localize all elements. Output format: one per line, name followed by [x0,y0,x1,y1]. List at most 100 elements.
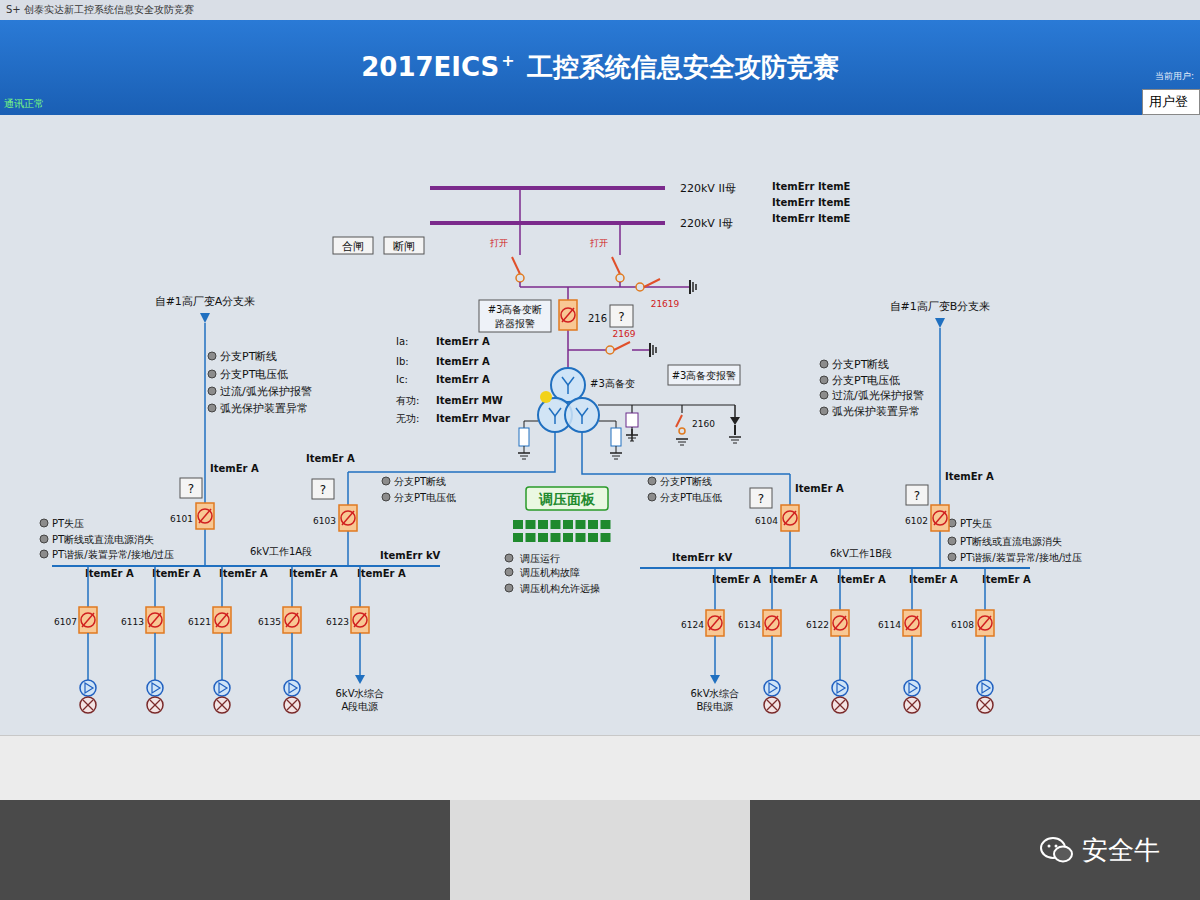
feeder-number: 6107 [54,617,77,627]
title-bar: S+ 创泰实达新工控系统信息安全攻防竞赛 [0,0,1200,20]
feeder-current: ItemEr A [837,574,886,585]
feeder-number: 6121 [188,617,211,627]
measurement: Ic: ItemErr A [396,374,490,385]
pump-icon [977,680,993,696]
incomer-current: ItemEr A [210,463,259,474]
help-button[interactable]: ? [610,305,633,327]
svg-text:ItemErr Mvar: ItemErr Mvar [436,413,510,424]
motor-icon [147,697,163,713]
pump-icon [764,680,780,696]
connection-status: 通讯正常 [4,98,44,109]
monitor-stand [450,800,750,900]
alarm-item: PT谐振/装置异常/接地/过压 [948,552,1082,563]
feeder-current: ItemEr A [85,568,134,579]
svg-text:ItemErr A: ItemErr A [436,374,490,385]
incomer: ItemEr A?6102 [905,328,994,568]
help-button[interactable]: ? [750,488,772,508]
help-button[interactable]: ? [312,479,334,499]
disconnector: 打开 [589,223,624,287]
header: 通讯正常2017EICS+工控系统信息安全攻防竞赛当前用户:用户登 [0,20,1200,115]
svg-text:ItemErr MW: ItemErr MW [436,395,503,406]
circuit-breaker [559,300,577,330]
svg-text:ItemErr A: ItemErr A [436,356,490,367]
svg-text:合闸: 合闸 [342,240,364,253]
feeder: ItemEr A6108 [951,568,1031,713]
svg-text:220kV I母: 220kV I母 [680,217,733,230]
arrester-icon [518,421,538,459]
circuit-breaker [931,505,949,531]
circuit-breaker [283,607,301,633]
feeder: ItemEr A6113 [121,566,201,713]
tap-indicator [601,520,611,529]
motor-icon [80,697,96,713]
svg-text:PT谐振/装置异常/接地/过压: PT谐振/装置异常/接地/过压 [960,552,1082,563]
tap-indicator [588,520,598,529]
svg-text:分支PT电压低: 分支PT电压低 [220,368,288,381]
tap-indicator [538,520,548,529]
bus-voltage: ItemErr kV [380,550,441,561]
svg-text:?: ? [758,492,764,506]
alarm-item: 分支PT断线 [382,476,446,487]
login-button[interactable]: 用户登 [1142,89,1200,115]
bus-section: 自#1高厂变A分支来分支PT断线分支PT电压低过流/弧光保护报警弧光保护装置异常… [40,295,456,713]
circuit-breaker [79,607,97,633]
feeder-current: ItemEr A [357,568,406,579]
wechat-icon [1040,836,1074,864]
breaker-command-button[interactable]: 断闸 [384,237,424,254]
svg-text:Ic:: Ic: [396,374,408,385]
tap-status: 调压机构故障 [505,567,580,578]
feeder: ItemEr A 6107 [54,566,134,713]
lv-bus [640,567,1030,569]
disconnector: 打开 [489,188,524,287]
svg-text:2169: 2169 [613,329,636,339]
alarm-item: 分支PT电压低 [382,492,456,503]
help-button[interactable]: ? [180,478,202,498]
svg-text:Ia:: Ia: [396,336,408,347]
svg-text:分支PT断线: 分支PT断线 [832,358,889,371]
feed-arrow-icon [200,313,210,323]
svg-text:调压机构故障: 调压机构故障 [520,567,580,578]
circuit-breaker [763,610,781,636]
incomer: ItemEr A?6101 [170,323,259,566]
tap-indicator [513,533,523,542]
svg-text:调压面板: 调压面板 [538,491,596,507]
arrester-icon [599,421,622,459]
svg-text:PT谐振/装置异常/接地/过压: PT谐振/装置异常/接地/过压 [52,549,174,560]
tap-indicator [551,520,561,529]
neutral-equipment: 2160 [598,405,741,445]
svg-text:断闸: 断闸 [393,240,415,253]
monitor-stand-area: 安全牛 [0,800,1200,900]
svg-text:2160: 2160 [692,419,715,429]
circuit-breaker [831,610,849,636]
circuit-breaker [213,607,231,633]
breaker-command-button[interactable]: 合闸 [333,237,373,254]
bus-section: 自#1高厂变B分支来分支PT断线分支PT电压低过流/弧光保护报警弧光保护装置异常… [640,300,1082,713]
feeder-current: ItemEr A [769,574,818,585]
tap-panel-button[interactable]: 调压面板 [526,487,608,510]
svg-text:过流/弧光保护报警: 过流/弧光保护报警 [220,385,312,398]
tap-indicator [526,533,536,542]
feeder-number: 6134 [738,620,761,630]
svg-text:?: ? [618,310,624,324]
tap-indicator [588,533,598,542]
feeder-number: 6124 [681,620,704,630]
feeder: ItemEr A6121 [188,566,268,713]
motor-icon [764,697,780,713]
incomer-number: 6103 [313,516,336,526]
svg-text:调压运行: 调压运行 [520,553,560,564]
svg-text:打开: 打开 [589,238,608,248]
pump-icon [284,680,300,696]
feed-arrow-icon [935,318,945,328]
incomer-current: ItemEr A [306,453,355,464]
help-button[interactable]: ? [906,485,928,505]
alarm-item: 分支PT电压低 [208,368,288,381]
alarm-item: 弧光保护装置异常 [820,405,920,418]
feeder: ItemEr A6135 [258,566,338,713]
svg-text:有功:: 有功: [396,395,419,406]
tap-indicator [513,520,523,529]
measurement: Ib:ItemErr A [396,356,490,367]
current-user-label: 当前用户: [1155,70,1200,83]
supply-target: 6kV水综合 [336,688,385,699]
hv-bus: 220kV II母 [430,182,736,195]
feeder: ItemEr A61246kV水综合B段电源 [681,568,761,712]
